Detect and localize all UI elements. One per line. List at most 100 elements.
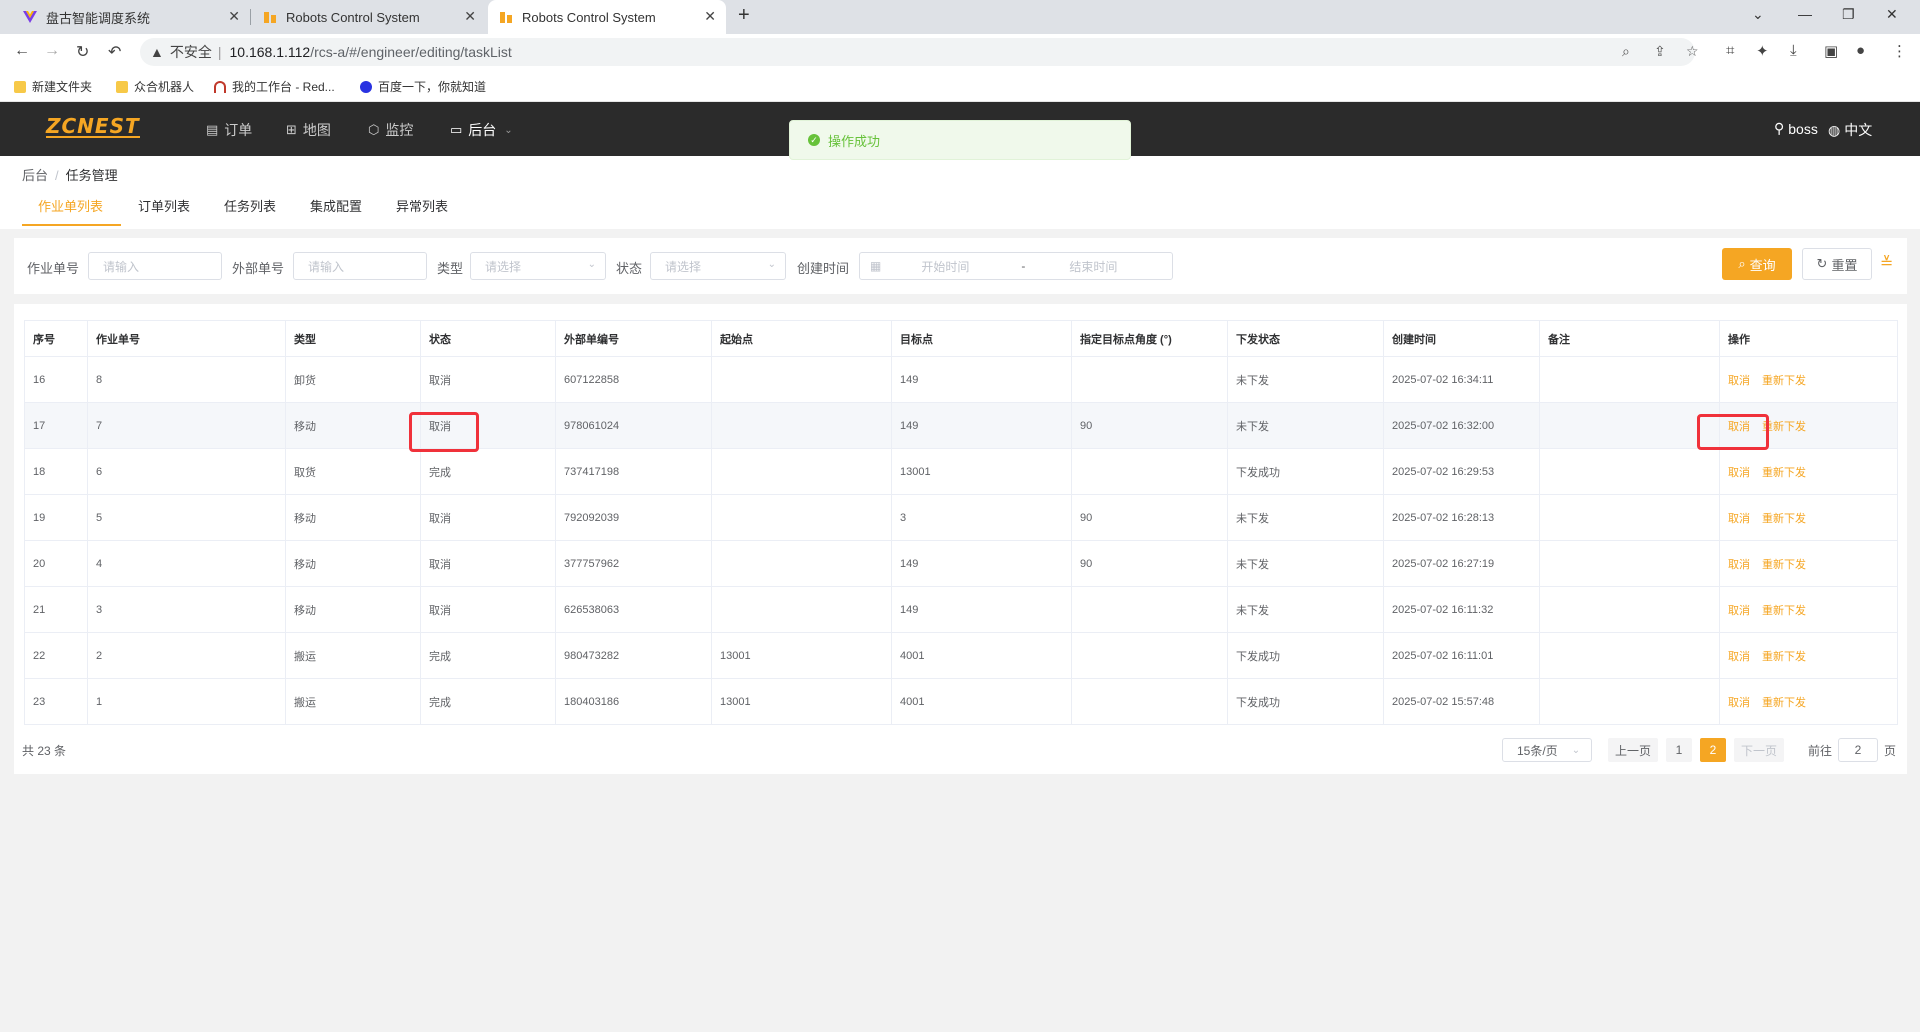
column-header: 下发状态 (1227, 320, 1384, 357)
close-icon[interactable]: ✕ (704, 8, 716, 25)
nav-monitor[interactable]: ⬡ 监控 (368, 120, 413, 140)
cancel-link[interactable]: 取消 (1728, 651, 1750, 663)
table-cell: 取消 (420, 540, 556, 587)
table-cell: 2025-07-02 16:32:00 (1383, 402, 1540, 449)
zoom-icon[interactable]: ⌕ (1622, 43, 1630, 60)
resend-link[interactable]: 重新下发 (1762, 375, 1806, 387)
cancel-link[interactable]: 取消 (1728, 467, 1750, 479)
bookmark-item[interactable]: 新建文件夹 (14, 78, 92, 95)
table-cell: 3 (891, 494, 1072, 541)
bookmark-item[interactable]: 众合机器人 (116, 78, 194, 95)
goto-page-input[interactable]: 2 (1838, 738, 1879, 762)
page-size-select[interactable]: 15条/页 ⌄ (1502, 738, 1592, 762)
actions-cell: 取消 重新下发 (1719, 494, 1898, 541)
resend-link[interactable]: 重新下发 (1762, 651, 1806, 663)
reload-icon[interactable]: ↻ (76, 42, 89, 62)
highlight-box-status (409, 412, 479, 452)
table-cell: 17 (24, 402, 88, 449)
table-cell: 4001 (891, 678, 1072, 725)
table-cell: 未下发 (1227, 402, 1384, 449)
tab-integration-config[interactable]: 集成配置 (310, 196, 362, 215)
cancel-link[interactable]: 取消 (1728, 697, 1750, 709)
table-cell (1539, 402, 1720, 449)
next-page-button[interactable]: 下一页 (1734, 738, 1784, 762)
download-icon[interactable]: ⤓ (1790, 42, 1797, 59)
job-no-input[interactable]: 请输入 (88, 252, 222, 280)
nav-map[interactable]: ⊞ 地图 (286, 120, 331, 140)
browser-tab-bar: 盘古智能调度系统 ✕ Robots Control System ✕ Robot… (0, 0, 1920, 34)
table-cell (711, 494, 892, 541)
cancel-link[interactable]: 取消 (1728, 559, 1750, 571)
resend-link[interactable]: 重新下发 (1762, 605, 1806, 617)
sidepanel-icon[interactable]: ▣ (1824, 42, 1838, 60)
cancel-link[interactable]: 取消 (1728, 605, 1750, 617)
resend-link[interactable]: 重新下发 (1762, 559, 1806, 571)
table-cell: 移动 (285, 402, 421, 449)
close-icon[interactable]: ✕ (228, 8, 240, 25)
table-cell: 移动 (285, 540, 421, 587)
share-icon[interactable]: ⇪ (1654, 43, 1666, 60)
tab-job-list[interactable]: 作业单列表 (38, 196, 103, 215)
profile-icon[interactable]: ● (1856, 42, 1865, 59)
browser-tab-1[interactable]: 盘古智能调度系统 ✕ (12, 0, 250, 34)
nav-orders[interactable]: ▤ 订单 (206, 120, 252, 140)
tab-task-list[interactable]: 任务列表 (224, 196, 276, 215)
back-icon[interactable]: ← (14, 42, 30, 60)
bookmark-star-icon[interactable]: ☆ (1686, 43, 1699, 60)
breadcrumb-backend[interactable]: 后台 (22, 168, 48, 183)
table-cell: 20 (24, 540, 88, 587)
table-cell (1539, 448, 1720, 495)
table-cell: 取货 (285, 448, 421, 495)
table-cell (1071, 586, 1228, 633)
new-tab-icon[interactable]: + (738, 4, 750, 27)
resend-link[interactable]: 重新下发 (1762, 467, 1806, 479)
refresh-icon: ↻ (1816, 256, 1828, 271)
created-time-range[interactable]: ▦ 开始时间 - 结束时间 (859, 252, 1173, 280)
browser-tab-3-active[interactable]: Robots Control System ✕ (488, 0, 726, 34)
cancel-link[interactable]: 取消 (1728, 513, 1750, 525)
reset-button[interactable]: ↻ 重置 (1802, 248, 1872, 280)
table-row: 22 2 搬运 完成 980473282 13001 4001 下发成功 2025-07-02 … (24, 632, 1898, 679)
prev-page-button[interactable]: 上一页 (1608, 738, 1658, 762)
user-menu[interactable]: ⚲ boss (1774, 120, 1818, 137)
ext-no-input[interactable]: 请输入 (293, 252, 427, 280)
browser-tab-2[interactable]: Robots Control System ✕ (252, 0, 486, 34)
close-icon[interactable]: ✕ (464, 8, 476, 25)
folder-icon (116, 80, 128, 93)
table-cell: 2025-07-02 16:28:13 (1383, 494, 1540, 541)
ext-no-label: 外部单号 (232, 261, 285, 276)
tab-order-list[interactable]: 订单列表 (138, 196, 190, 215)
type-select[interactable]: 请选择 ⌄ (470, 252, 606, 280)
cancel-link[interactable]: 取消 (1728, 375, 1750, 387)
query-button[interactable]: ⌕ 查询 (1722, 248, 1792, 280)
crop-icon[interactable]: ⌗ (1726, 42, 1734, 59)
table-cell: 卸货 (285, 356, 421, 403)
nav-backend[interactable]: ▭ 后台 ⌄ (450, 120, 513, 140)
job-no-label: 作业单号 (27, 261, 80, 276)
undo-icon[interactable]: ↶ (108, 42, 121, 62)
status-select[interactable]: 请选择 ⌄ (650, 252, 786, 280)
job-table: 序号 作业单号 类型 状态 外部单编号 起始点 目标点 指定目标点角度 (°) … (24, 320, 1898, 725)
forward-icon[interactable]: → (44, 42, 60, 60)
page-header: 后台 / 任务管理 作业单列表 订单列表 任务列表 集成配置 异常列表 (0, 156, 1920, 229)
extensions-icon[interactable]: ✦ (1756, 42, 1769, 60)
menu-icon[interactable]: ⋮ (1892, 42, 1907, 60)
resend-link[interactable]: 重新下发 (1762, 513, 1806, 525)
url-field[interactable]: ▲ 不安全 | 10.168.1.112 /rcs-a/#/engineer/e… (140, 38, 1695, 66)
expand-filter-icon[interactable]: ≚ (1880, 253, 1893, 273)
highlight-box-cancel (1697, 414, 1769, 450)
column-header: 状态 (420, 320, 556, 357)
page-2-button[interactable]: 2 (1700, 738, 1726, 762)
table-cell: 377757962 (555, 540, 712, 587)
tab-exception-list[interactable]: 异常列表 (396, 196, 448, 215)
language-switch[interactable]: ◍ 中文 (1828, 120, 1872, 140)
tab-search-icon[interactable]: ⌄ (1752, 6, 1764, 23)
bookmark-item[interactable]: 百度一下，你就知道 (360, 78, 486, 95)
minimize-icon[interactable]: — (1798, 6, 1812, 22)
window-close-icon[interactable]: ✕ (1886, 6, 1898, 23)
page-1-button[interactable]: 1 (1666, 738, 1692, 762)
bookmark-item[interactable]: 我的工作台 - Red... (214, 78, 335, 95)
restore-icon[interactable]: ❐ (1842, 6, 1855, 23)
resend-link[interactable]: 重新下发 (1762, 697, 1806, 709)
breadcrumb: 后台 / 任务管理 (22, 168, 118, 183)
